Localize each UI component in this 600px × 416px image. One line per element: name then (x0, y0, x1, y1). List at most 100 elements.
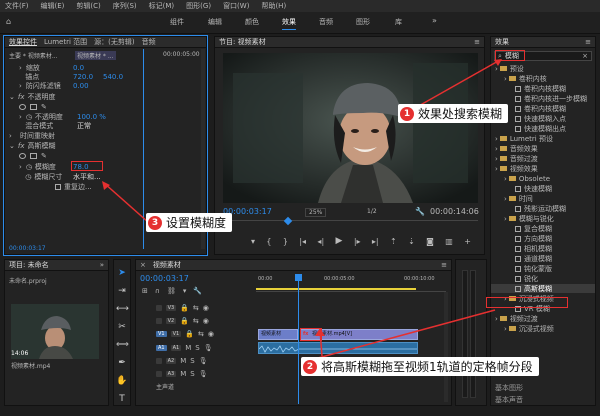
export-frame-icon[interactable]: ◙ (426, 237, 434, 246)
clip-a1[interactable] (258, 342, 418, 354)
playhead-handle[interactable] (295, 274, 302, 281)
effects-folder[interactable]: › Obsolete (491, 174, 550, 183)
a2-mute[interactable]: M (180, 357, 186, 365)
effects-item[interactable]: 快速模糊出点 (491, 124, 566, 133)
hand-tool-icon[interactable]: ✋ (116, 375, 128, 387)
effects-menu-icon[interactable]: ≡ (585, 38, 591, 46)
menu-window[interactable]: 窗口(W) (223, 1, 249, 11)
anchor-y-value[interactable]: 540.0 (103, 73, 123, 81)
blur-pen-mask-icon[interactable]: ✎ (41, 152, 47, 160)
menu-edit[interactable]: 编辑(E) (41, 1, 65, 11)
ws-tab-editing[interactable]: 编辑 (208, 17, 222, 27)
a3-mic-icon[interactable]: 🎙 (199, 370, 208, 378)
ws-tab-audio[interactable]: 音频 (319, 17, 333, 27)
slip-tool-icon[interactable]: ⟺ (116, 339, 129, 351)
v2-lock-icon[interactable]: 🔒 (180, 317, 189, 325)
linked-select-icon[interactable]: ⛓ (167, 287, 176, 295)
nest-icon[interactable]: ⊞ (142, 287, 148, 295)
home-icon[interactable]: ⌂ (6, 17, 11, 26)
menu-marker[interactable]: 标记(M) (149, 1, 175, 11)
track-select-icon[interactable]: ⇥ (116, 285, 128, 297)
opacity-value[interactable]: 100.0 % (77, 113, 106, 121)
a1-mic-icon[interactable]: 🎙 (204, 344, 213, 352)
blur-dims-dropdown[interactable]: 水平和... (73, 172, 101, 182)
pen-tool-icon[interactable]: ✒ (116, 357, 128, 369)
v3-source-patch[interactable] (156, 305, 162, 311)
effects-item[interactable]: 卷积内核模糊 (491, 84, 566, 93)
step-forward-icon[interactable]: |▸ (354, 237, 361, 246)
add-marker-icon[interactable]: ▾ (251, 237, 255, 246)
ws-tab-effects[interactable]: 效果 (282, 17, 296, 30)
v1-sync-icon[interactable]: ⇆ (198, 330, 204, 338)
a2-source-patch[interactable] (156, 358, 162, 364)
effects-item[interactable]: 高斯模糊 (491, 284, 595, 293)
go-to-in-icon[interactable]: |◂ (299, 237, 306, 246)
ellipse-mask-icon[interactable] (19, 103, 26, 110)
row-blur-header[interactable]: ⌄ fx 高斯模糊 (9, 141, 55, 150)
compare-icon[interactable]: ▥ (445, 237, 453, 246)
effects-item[interactable]: 残影运动模糊 (491, 204, 566, 213)
selection-tool-icon[interactable]: ➤ (116, 267, 128, 279)
project-more-icon[interactable]: » (100, 261, 104, 269)
a1-solo[interactable]: S (195, 344, 199, 352)
menu-graphics[interactable]: 图形(G) (186, 1, 211, 11)
effects-item[interactable]: 卷积内核进一步模糊 (491, 94, 587, 103)
timeline-scrollbar[interactable] (444, 292, 448, 402)
essential-sound-link[interactable]: 基本声音 (495, 395, 523, 405)
v2-eye-icon[interactable]: ◉ (203, 317, 209, 325)
program-scrubber[interactable] (223, 216, 478, 226)
clear-search-icon[interactable]: × (582, 52, 588, 60)
blend-dropdown[interactable]: 正常 (77, 121, 91, 131)
v2-sync-icon[interactable]: ⇆ (193, 317, 199, 325)
v3-label[interactable]: V3 (165, 305, 177, 311)
v1-lock-icon[interactable]: 🔒 (185, 330, 194, 338)
a1-label[interactable]: A1 (170, 345, 182, 351)
effects-item[interactable]: 锐化 (491, 274, 538, 283)
a3-label[interactable]: A3 (165, 371, 177, 377)
step-back-icon[interactable]: ◂| (317, 237, 324, 246)
work-area-bar[interactable] (256, 288, 416, 290)
type-tool-icon[interactable]: T (116, 393, 128, 405)
blur-rect-mask-icon[interactable] (30, 152, 37, 159)
v1-eye-icon[interactable]: ◉ (208, 330, 214, 338)
blur-ellipse-mask-icon[interactable] (19, 152, 26, 159)
effects-folder[interactable]: › 沉浸式视频 (491, 324, 554, 333)
play-icon[interactable]: ▶ (336, 236, 343, 246)
tab-effect-controls[interactable]: 效果控件 (9, 37, 37, 47)
ws-tab-graphics[interactable]: 图形 (356, 17, 370, 27)
ws-tab-libraries[interactable]: 库 (395, 17, 402, 27)
add-button-icon[interactable]: + (464, 237, 471, 246)
v1-label[interactable]: V1 (170, 331, 182, 337)
effects-folder[interactable]: › 视频效果 (491, 164, 538, 173)
v2-source-patch[interactable] (156, 318, 162, 324)
program-playhead[interactable] (283, 216, 293, 226)
effects-folder[interactable]: › 时间 (491, 194, 533, 203)
settings-icon[interactable]: 🔧 (415, 207, 425, 216)
zoom-dropdown[interactable]: 25% (305, 208, 327, 217)
razor-tool-icon[interactable]: ✂ (116, 321, 128, 333)
timeline-menu-icon[interactable]: ≡ (441, 261, 447, 269)
menu-clip[interactable]: 剪辑(C) (76, 1, 100, 11)
snap-icon[interactable]: ∩ (155, 287, 160, 295)
row-time-remap[interactable]: › 时间重映射 (9, 131, 55, 140)
program-menu-icon[interactable]: ≡ (474, 38, 480, 46)
mark-out-icon[interactable]: } (283, 237, 288, 246)
menu-file[interactable]: 文件(F) (5, 1, 29, 11)
tab-source[interactable]: 源：(无剪辑) (94, 37, 134, 47)
effects-folder[interactable]: › Lumetri 预设 (491, 134, 553, 143)
v1-source-patch[interactable]: V1 (156, 331, 167, 337)
add-marker-tl-icon[interactable]: ▾ (183, 287, 187, 295)
effects-item[interactable]: 方向模糊 (491, 234, 552, 243)
v3-sync-icon[interactable]: ⇆ (193, 304, 199, 312)
pen-mask-icon[interactable]: ✎ (41, 103, 47, 111)
tab-audio[interactable]: 音频 (142, 37, 156, 47)
effects-item[interactable]: 快速模糊 (491, 184, 552, 193)
go-to-out-icon[interactable]: ▸| (372, 237, 379, 246)
close-sequence-icon[interactable]: × (140, 261, 146, 269)
effects-folder[interactable]: › 模糊与锐化 (491, 214, 554, 223)
effects-item[interactable]: 相机模糊 (491, 244, 552, 253)
v3-eye-icon[interactable]: ◉ (203, 304, 209, 312)
effects-item[interactable]: 钝化蒙版 (491, 264, 552, 273)
a1-mute[interactable]: M (185, 344, 191, 352)
more-icon[interactable]: » (432, 16, 437, 25)
